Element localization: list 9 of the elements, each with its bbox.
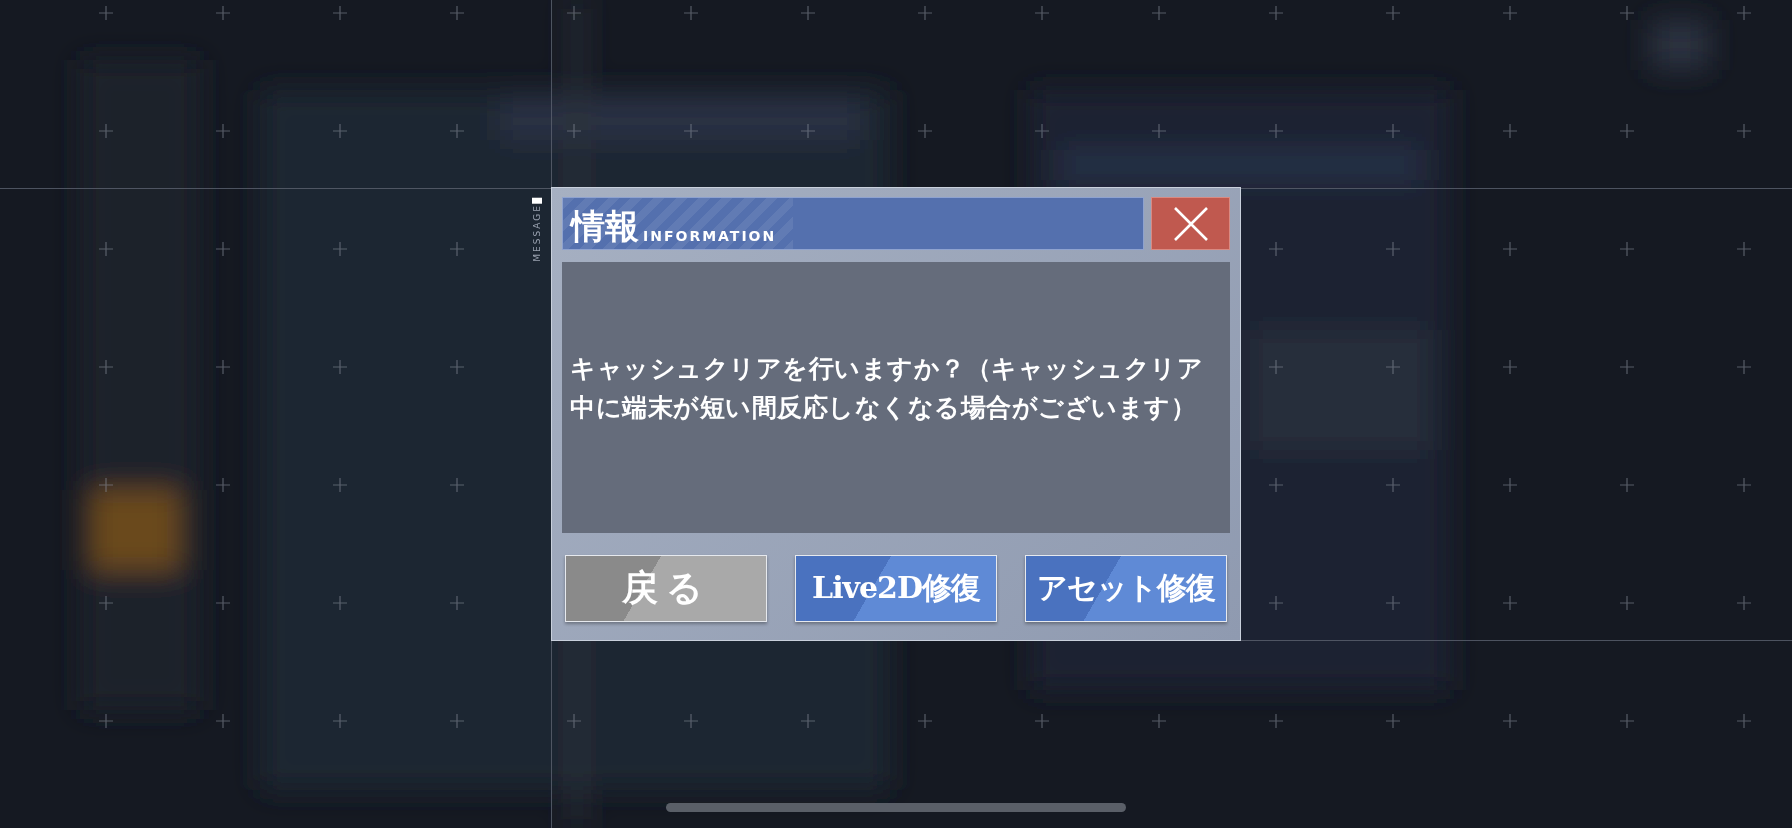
back-button[interactable]: 戻る [565,555,767,622]
message-text: キャッシュクリアを行いますか？（キャッシュクリア中に端末が短い間反応しなくなる場合がございます） [570,352,1204,424]
dialog-title: 情報 [571,209,639,243]
repair-button[interactable]: アセット修復 [1025,555,1227,622]
close-icon [1172,205,1209,242]
dialog-subtitle: INFORMATION [643,229,777,243]
repair-button[interactable]: Live2D修復 [795,555,997,622]
close-button[interactable] [1151,197,1230,250]
side-label: MESSAGE [532,198,542,262]
